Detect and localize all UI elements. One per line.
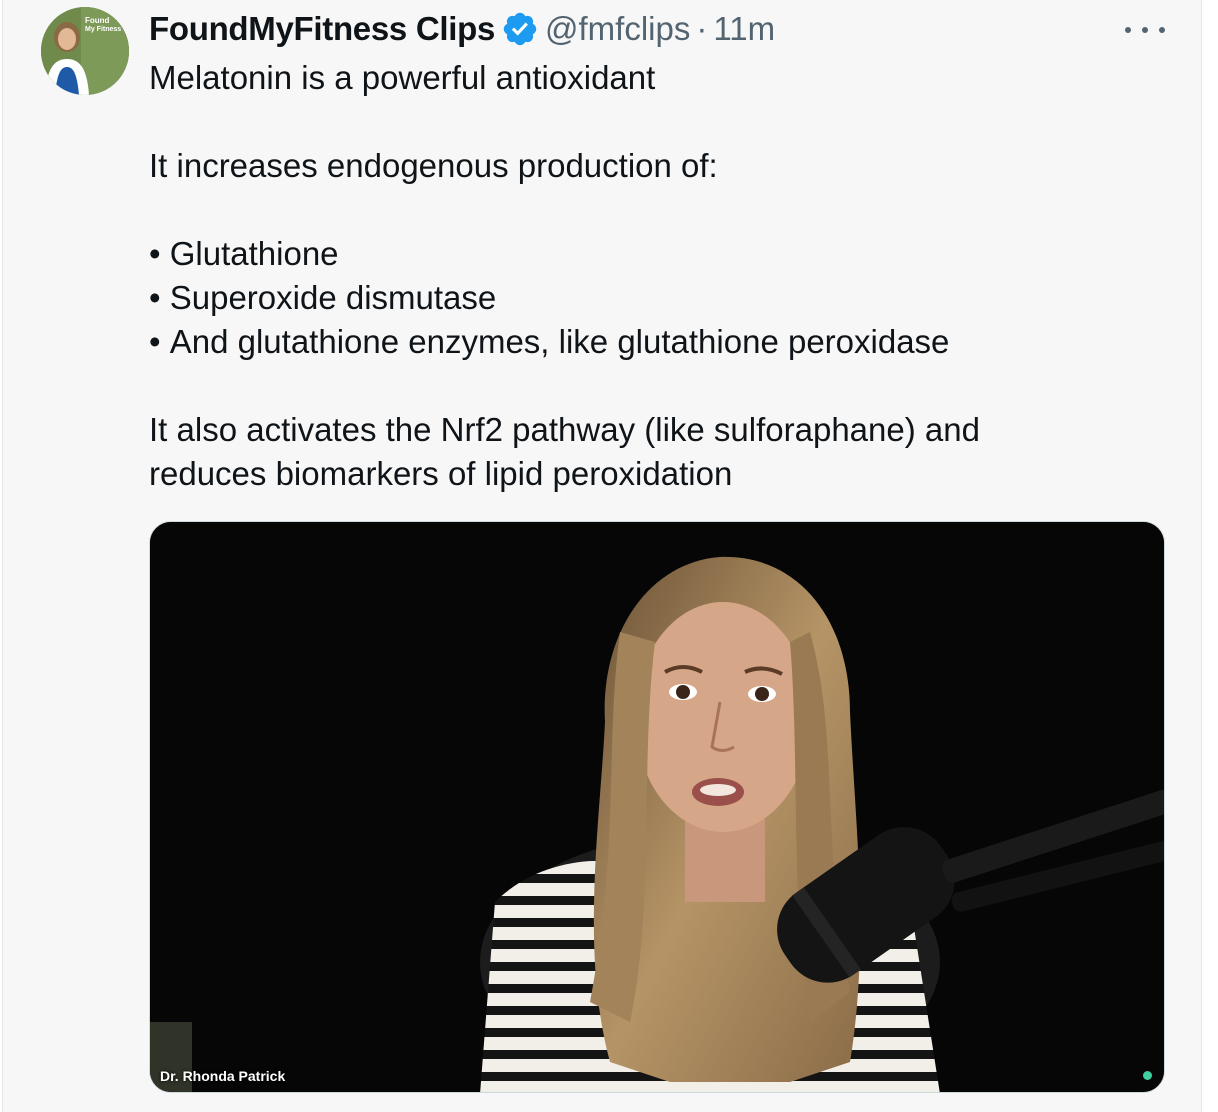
profile-avatar[interactable]: Found My Fitness xyxy=(41,7,129,95)
video-player[interactable]: Dr. Rhonda Patrick xyxy=(149,521,1165,1093)
tweet-timestamp[interactable]: 11m xyxy=(713,10,775,48)
tweet-line: It increases endogenous production of: xyxy=(149,147,718,184)
bullet-item: Glutathione xyxy=(149,232,1149,276)
verified-badge-icon[interactable] xyxy=(501,10,539,48)
tweet-line: Melatonin is a powerful antioxidant xyxy=(149,59,656,96)
display-name[interactable]: FoundMyFitness Clips xyxy=(149,10,495,48)
tweet-header: FoundMyFitness Clips @fmfclips · 11m xyxy=(149,8,775,50)
avatar-image: Found My Fitness xyxy=(41,7,129,95)
bullet-item: And glutathione enzymes, like glutathion… xyxy=(149,320,1149,364)
tweet-card[interactable]: Found My Fitness FoundMyFitness Clips @f… xyxy=(2,0,1202,1112)
avatar-label-2: My Fitness xyxy=(85,26,121,33)
video-frame xyxy=(150,522,1164,1092)
tweet-line: It also activates the Nrf2 pathway (like… xyxy=(149,411,980,448)
tweet-text: Melatonin is a powerful antioxidant It i… xyxy=(149,56,1149,496)
header-separator: · xyxy=(696,10,708,47)
bullet-item: Superoxide dismutase xyxy=(149,276,1149,320)
tweet-line: reduces biomarkers of lipid peroxidation xyxy=(149,455,733,492)
video-caption: Dr. Rhonda Patrick xyxy=(160,1068,286,1084)
avatar-label-1: Found xyxy=(85,16,110,25)
status-dot-icon xyxy=(1143,1071,1152,1080)
user-handle[interactable]: @fmfclips xyxy=(545,10,690,48)
more-options-icon[interactable] xyxy=(1125,20,1165,40)
